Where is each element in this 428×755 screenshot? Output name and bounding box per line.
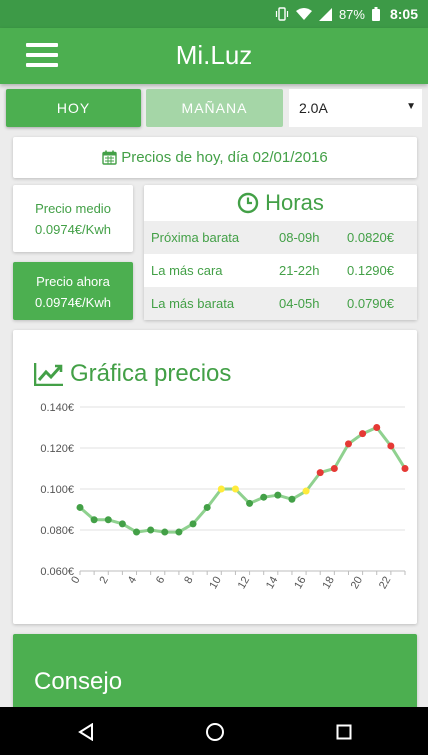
x-tick-label: 16 xyxy=(292,575,309,592)
home-icon[interactable] xyxy=(202,719,228,745)
x-tick-label: 10 xyxy=(207,575,224,592)
y-tick-label: 0.140€ xyxy=(40,402,74,414)
price-point-high xyxy=(316,469,324,477)
x-tick-label: 14 xyxy=(264,575,281,592)
x-tick-label: 6 xyxy=(154,575,167,586)
date-header-text: Precios de hoy, día 02/01/2016 xyxy=(121,149,328,166)
price-point-low xyxy=(133,528,141,536)
price-line-chart: 0.140€ 0.120€ 0.100€ 0.080€ 0.060€0 2 4 6 8 10 12 1… xyxy=(40,402,409,592)
signal-icon xyxy=(318,7,332,21)
price-point-high xyxy=(344,440,352,448)
hours-card: Horas Próxima barata 08-09h 0.0820€ La m… xyxy=(144,185,417,320)
status-bar: 87% 8:05 xyxy=(0,0,428,28)
price-point-low xyxy=(90,516,98,524)
date-header: Precios de hoy, día 02/01/2016 xyxy=(13,137,417,178)
calendar-icon xyxy=(102,150,117,165)
x-tick-label: 18 xyxy=(320,575,337,592)
hours-row-range: 04-05h xyxy=(279,296,320,311)
vibrate-icon xyxy=(275,7,289,21)
advice-card: Consejo xyxy=(13,634,417,714)
hours-row-price: 0.0790€ xyxy=(347,296,394,311)
tariff-selected-value: 2.0A xyxy=(299,100,328,116)
price-point-low xyxy=(161,528,169,536)
price-point-high xyxy=(359,430,367,438)
recents-icon[interactable] xyxy=(331,719,357,745)
price-point-low xyxy=(274,491,282,499)
price-point-low xyxy=(189,520,197,528)
x-tick-label: 12 xyxy=(236,575,253,592)
price-point-high xyxy=(373,424,381,431)
price-chart-card: Gráfica precios 0.140€ 0.120€ 0.100€ 0.080€… xyxy=(13,330,417,624)
hours-title-text: Horas xyxy=(265,190,324,215)
chevron-down-icon: ▼ xyxy=(406,101,416,112)
price-point-low xyxy=(246,499,254,507)
y-tick-label: 0.120€ xyxy=(40,443,74,455)
price-point-high xyxy=(387,442,395,450)
battery-percent: 87% xyxy=(338,6,365,22)
price-point-low xyxy=(203,503,211,511)
current-price-value: 0.0974€/Kwh xyxy=(35,295,111,310)
wifi-icon xyxy=(295,7,312,21)
hours-title: Horas xyxy=(144,185,417,221)
average-price-card: Precio medio 0.0974€/Kwh xyxy=(13,185,133,252)
x-tick-label: 4 xyxy=(126,575,139,586)
x-tick-label: 22 xyxy=(377,575,394,592)
back-icon[interactable] xyxy=(73,719,99,745)
hours-row-label: La más cara xyxy=(151,263,223,278)
price-point-low xyxy=(76,503,84,511)
price-point-low xyxy=(260,493,268,501)
y-tick-label: 0.080€ xyxy=(40,525,74,537)
price-point-high xyxy=(330,465,338,472)
price-point-mid xyxy=(302,487,310,495)
hours-row-next-cheap: Próxima barata 08-09h 0.0820€ xyxy=(144,221,417,254)
battery-icon xyxy=(371,7,380,21)
price-point-low xyxy=(104,516,112,524)
current-price-card: Precio ahora 0.0974€/Kwh xyxy=(13,262,133,320)
average-price-value: 0.0974€/Kwh xyxy=(35,222,111,237)
current-price-label: Precio ahora xyxy=(36,274,110,289)
hours-row-most-expensive: La más cara 21-22h 0.1290€ xyxy=(144,254,417,287)
hours-row-price: 0.1290€ xyxy=(347,263,394,278)
system-nav-bar xyxy=(0,707,428,755)
price-point-low xyxy=(118,520,126,528)
price-point-mid xyxy=(217,485,225,493)
x-tick-label: 0 xyxy=(69,575,82,586)
tab-hoy[interactable]: Hoy xyxy=(6,89,141,127)
x-tick-label: 20 xyxy=(349,575,366,592)
y-tick-label: 0.060€ xyxy=(40,566,74,578)
app-title: Mi.Luz xyxy=(175,40,253,70)
hours-row-label: Próxima barata xyxy=(151,230,240,245)
hours-row-price: 0.0820€ xyxy=(347,230,394,245)
tab-manana[interactable]: Mañana xyxy=(146,89,283,127)
average-price-label: Precio medio xyxy=(35,201,111,216)
x-tick-label: 2 xyxy=(97,575,110,586)
price-point-low xyxy=(175,528,183,536)
hours-row-cheapest: La más barata 04-05h 0.0790€ xyxy=(144,287,417,320)
x-tick-label: 8 xyxy=(182,575,195,586)
price-point-high xyxy=(401,465,409,472)
hours-row-range: 08-09h xyxy=(279,230,320,245)
app-bar: Mi.Luz xyxy=(0,28,428,84)
hours-row-label: La más barata xyxy=(151,296,235,311)
price-point-mid xyxy=(231,485,239,493)
price-series-line xyxy=(79,426,407,534)
advice-title: Consejo xyxy=(34,668,123,695)
hours-row-range: 21-22h xyxy=(279,263,320,278)
price-point-low xyxy=(147,526,155,534)
y-tick-label: 0.100€ xyxy=(40,484,74,496)
price-point-low xyxy=(288,495,296,503)
status-time: 8:05 xyxy=(389,6,418,22)
tariff-select[interactable]: 2.0A ▼ xyxy=(289,89,422,127)
clock-icon xyxy=(237,192,259,214)
